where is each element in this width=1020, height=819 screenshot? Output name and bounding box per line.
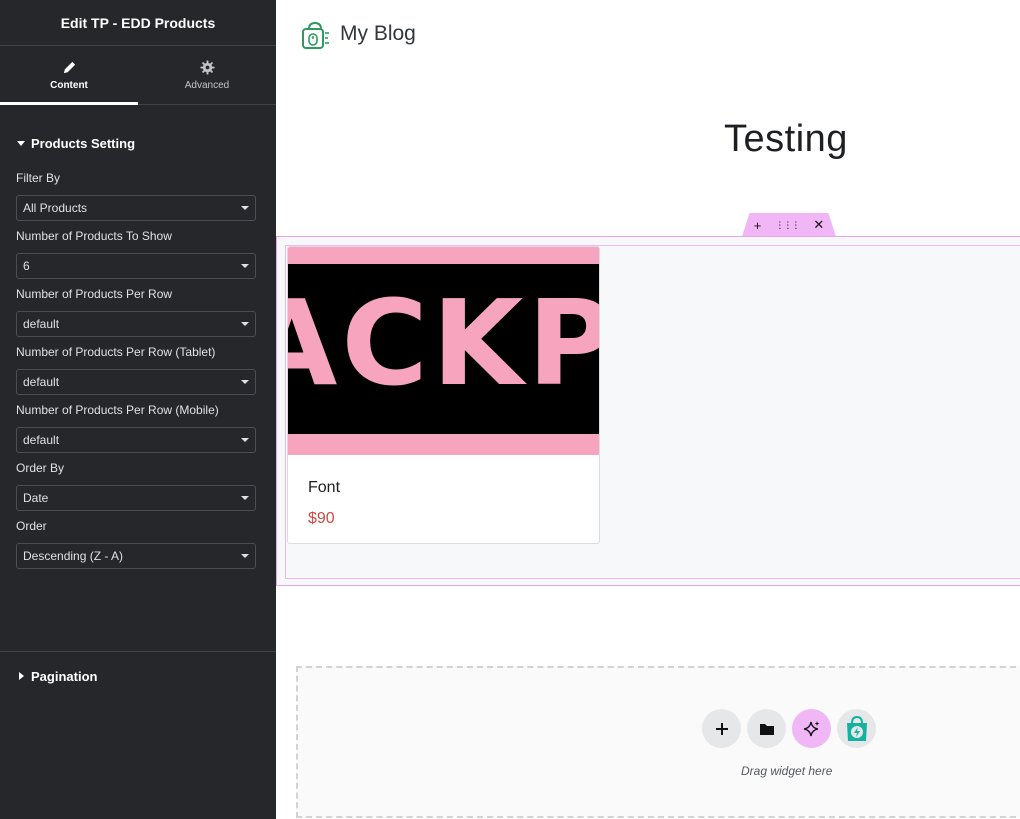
- dropdown-arrow-icon: [241, 264, 249, 268]
- field-label: Order: [16, 519, 47, 533]
- shopping-bag-icon: [846, 715, 867, 741]
- field-label: Number of Products To Show: [16, 229, 172, 243]
- folder-icon: [759, 723, 774, 735]
- add-section-button[interactable]: +: [754, 218, 762, 233]
- the-plus-addons-button[interactable]: [837, 709, 876, 748]
- field-products-per-row-mobile: Number of Products Per Row (Mobile) defa…: [0, 401, 276, 453]
- editor-panel: Edit TP - EDD Products Content Advanced: [0, 0, 276, 819]
- tab-advanced-label: Advanced: [184, 79, 230, 91]
- caret-down-icon: [16, 140, 26, 146]
- order-select[interactable]: Descending (Z - A): [16, 543, 256, 569]
- site-logo-icon[interactable]: [300, 20, 330, 50]
- field-label: Order By: [16, 461, 65, 475]
- product-image[interactable]: ACKP: [288, 247, 600, 455]
- section-title: Products Setting: [31, 135, 136, 151]
- dropdown-arrow-icon: [241, 206, 249, 210]
- dropdown-arrow-icon: [241, 496, 249, 500]
- field-products-per-row-tablet: Number of Products Per Row (Tablet) defa…: [0, 343, 276, 395]
- section-handle: + ⋮⋮⋮ ✕: [742, 213, 836, 237]
- select-value: default: [23, 317, 60, 331]
- product-card[interactable]: ACKP Font $90: [287, 246, 600, 544]
- dropdown-arrow-icon: [241, 554, 249, 558]
- tab-advanced[interactable]: Advanced: [138, 46, 276, 104]
- field-products-to-show: Number of Products To Show 6: [0, 227, 276, 279]
- field-label: Number of Products Per Row (Tablet): [16, 345, 216, 359]
- filter-by-select[interactable]: All Products: [16, 195, 256, 221]
- panel-title: Edit TP - EDD Products: [0, 0, 276, 46]
- panel-tabs: Content Advanced: [0, 46, 276, 105]
- tab-content-label: Content: [50, 79, 88, 91]
- product-price: $90: [308, 510, 335, 527]
- order-by-select[interactable]: Date: [16, 485, 256, 511]
- field-label: Filter By: [16, 171, 61, 185]
- delete-section-button[interactable]: ✕: [813, 217, 824, 233]
- svg-text:ACKP: ACKP: [288, 274, 600, 412]
- ai-assistant-button[interactable]: [792, 709, 831, 748]
- panel-divider: [0, 651, 276, 652]
- select-value: All Products: [23, 201, 88, 215]
- plus-icon: [715, 722, 728, 735]
- add-widget-button[interactable]: [702, 709, 741, 748]
- select-value: Date: [23, 491, 49, 505]
- field-products-per-row: Number of Products Per Row default: [0, 285, 276, 337]
- template-library-button[interactable]: [747, 709, 786, 748]
- products-per-row-select[interactable]: default: [16, 311, 256, 337]
- drop-zone-text: Drag widget here: [741, 764, 833, 778]
- drag-handle-icon[interactable]: ⋮⋮⋮: [775, 220, 800, 231]
- field-label: Number of Products Per Row: [16, 287, 173, 301]
- select-value: default: [23, 375, 60, 389]
- drop-zone-buttons: [702, 709, 876, 748]
- select-value: default: [23, 433, 60, 447]
- select-value: Descending (Z - A): [23, 549, 124, 563]
- sparkle-icon: [803, 720, 819, 736]
- section-pagination[interactable]: Pagination: [0, 656, 276, 696]
- caret-right-icon: [16, 672, 26, 680]
- section-title: Pagination: [31, 668, 98, 684]
- page-title: Testing: [724, 118, 848, 160]
- preview-canvas: My Blog Testing + ⋮⋮⋮ ✕ ACKP Font $90: [276, 0, 1020, 819]
- products-to-show-select[interactable]: 6: [16, 253, 256, 279]
- site-title[interactable]: My Blog: [340, 22, 416, 46]
- field-order-by: Order By Date: [0, 459, 276, 511]
- gear-icon: [199, 59, 215, 75]
- section-products-setting[interactable]: Products Setting: [0, 123, 276, 163]
- field-label: Number of Products Per Row (Mobile): [16, 403, 219, 417]
- products-per-row-mobile-select[interactable]: default: [16, 427, 256, 453]
- tab-content[interactable]: Content: [0, 46, 138, 105]
- select-value: 6: [23, 259, 30, 273]
- products-per-row-tablet-select[interactable]: default: [16, 369, 256, 395]
- field-filter-by: Filter By All Products: [0, 169, 276, 221]
- dropdown-arrow-icon: [241, 438, 249, 442]
- pencil-icon: [63, 61, 75, 73]
- dropdown-arrow-icon: [241, 380, 249, 384]
- product-image-text: ACKP: [288, 274, 600, 412]
- field-order: Order Descending (Z - A): [0, 517, 276, 569]
- drop-zone[interactable]: Drag widget here: [296, 666, 1020, 818]
- product-name[interactable]: Font: [308, 479, 340, 497]
- dropdown-arrow-icon: [241, 322, 249, 326]
